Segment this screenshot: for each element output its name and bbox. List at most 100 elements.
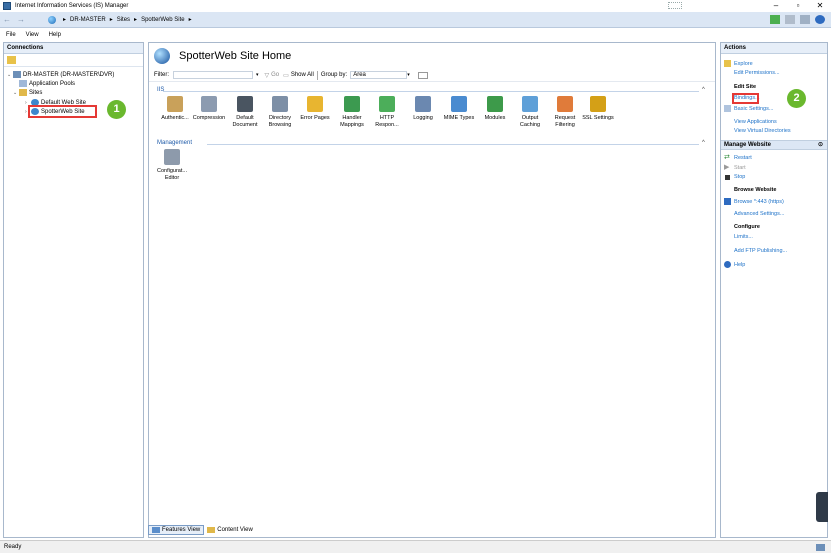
tab-content-view[interactable]: Content View [204,525,256,535]
group-by-select[interactable]: Area [350,71,408,79]
feature-configuration-editor[interactable]: Configurat... Editor [154,149,190,182]
feature-mime-types[interactable]: MIME Types [441,96,477,122]
breadcrumb-sites[interactable]: Sites [117,17,130,23]
connections-header: Connections [4,43,143,54]
snap-layout-icon[interactable] [668,2,682,9]
tree-sites-label: Sites [29,89,43,96]
filter-bar: Filter: ▾ ▽ Go ▭ Show All Group by: Area… [149,69,715,82]
feature-handler-mappings[interactable]: Handler Mappings [334,96,370,129]
show-all-button[interactable]: Show All [291,72,314,78]
breadcrumb-server[interactable]: DR-MASTER [70,17,106,23]
close-button[interactable]: ✕ [809,0,831,12]
stop-icon [725,174,730,180]
collapse-section-icon[interactable]: ⊙ [818,141,823,150]
action-view-applications[interactable]: View Applications [734,119,777,125]
home-icon[interactable] [800,15,810,24]
feature-logging[interactable]: Logging [405,96,441,122]
action-help-label: Help [734,261,746,268]
tab-features-view[interactable]: Features View [148,525,205,535]
feature-label: Logging [413,115,433,121]
action-restart[interactable]: ⇄ Restart [724,154,752,161]
forward-button[interactable]: → [14,15,28,24]
tree-app-pools[interactable]: Application Pools [19,79,75,88]
group-header-iis[interactable]: IIS [157,87,164,93]
feature-label: Directory [268,115,291,121]
start-icon: ▶ [724,164,730,171]
help-icon[interactable] [815,15,825,24]
action-restart-label: Restart [734,154,752,161]
feature-ssl-settings[interactable]: SSL Settings [580,96,616,122]
minimize-button[interactable]: – [765,0,787,12]
action-help[interactable]: Help [724,261,745,268]
view-mode-icon[interactable] [417,71,428,79]
feature-label: Request [554,115,576,121]
action-edit-permissions[interactable]: Edit Permissions... [734,70,780,76]
back-button[interactable]: ← [0,15,14,24]
logging-icon [415,96,431,112]
maximize-button[interactable]: ▫ [787,0,809,12]
folder-icon [724,60,731,67]
action-browse-443[interactable]: Browse *:443 (https) [724,198,784,205]
default-document-icon [237,96,253,112]
feature-directory-browsing[interactable]: Directory Browsing [262,96,298,129]
refresh-icon[interactable] [770,15,780,24]
action-view-virtual-dirs[interactable]: View Virtual Directories [734,128,791,134]
menu-bar: File View Help [0,29,831,41]
help-icon [724,261,731,268]
menu-view[interactable]: View [26,32,39,38]
feature-modules[interactable]: Modules [477,96,513,122]
chevron-right-icon: ▸ [188,17,192,23]
create-connection-icon[interactable] [7,56,16,64]
page-title: SpotterWeb Site Home [179,50,292,62]
mime-types-icon [451,96,467,112]
group-header-management[interactable]: Management [157,140,192,146]
feature-label: MIME Types [443,115,475,121]
manage-website-section[interactable]: Manage Website ⊙ [721,140,827,150]
action-start[interactable]: ▶ Start [724,164,746,171]
http-response-icon [379,96,395,112]
tab-content-label: Content View [217,527,253,533]
action-add-ftp[interactable]: Add FTP Publishing... [734,248,787,254]
group-by-label: Group by: [320,72,348,78]
breadcrumb-site[interactable]: SpotterWeb Site [141,17,185,23]
filter-label: Filter: [154,72,169,78]
feature-compression[interactable]: Compression [191,96,227,122]
connection-status-icon [816,543,825,551]
tree-server[interactable]: ⌄ DR-MASTER (DR-MASTER\DVR) [7,70,114,79]
menu-file[interactable]: File [6,32,16,38]
feature-request-filtering[interactable]: Request Filtering [547,96,583,129]
error-pages-icon [307,96,323,112]
action-advanced-settings[interactable]: Advanced Settings... [734,211,784,217]
authentication-icon [167,96,183,112]
stop-icon[interactable] [785,15,795,24]
address-bar: ← → ▸ DR-MASTER ▸ Sites ▸ SpotterWeb Sit… [0,12,831,28]
tree-sites[interactable]: ⌄ Sites [13,88,42,97]
feature-label-line2: Filtering [555,122,575,128]
highlight-box [732,93,759,104]
filter-input[interactable] [173,71,253,79]
menu-help[interactable]: Help [49,32,61,38]
side-widget-icon[interactable] [816,492,828,522]
feature-authentication[interactable]: Authentic... [157,96,193,122]
tree-server-label: DR-MASTER (DR-MASTER\DVR) [23,71,115,78]
features-pane: SpotterWeb Site Home Filter: ▾ ▽ Go ▭ Sh… [148,42,716,538]
action-stop[interactable]: Stop [724,174,745,180]
edit-site-heading: Edit Site [734,84,757,90]
go-button[interactable]: Go [271,72,279,78]
collapse-group-icon[interactable]: ^ [702,140,705,146]
chevron-down-icon[interactable]: ▾ [407,72,410,78]
feature-http-response[interactable]: HTTP Respon... [369,96,405,129]
feature-output-caching[interactable]: Output Caching [512,96,548,129]
collapse-group-icon[interactable]: ^ [702,87,705,93]
tree-app-pools-label: Application Pools [29,80,76,87]
sites-folder-icon [19,89,27,96]
app-pools-icon [19,80,27,87]
action-basic-settings[interactable]: Basic Settings... [724,105,773,112]
feature-label: Compression [192,115,226,121]
feature-label-line2: Respon... [375,122,399,128]
feature-error-pages[interactable]: Error Pages [297,96,333,122]
feature-default-document[interactable]: Default Document [227,96,263,129]
action-limits[interactable]: Limits... [734,234,753,240]
chevron-down-icon[interactable]: ▾ [256,72,259,78]
action-explore[interactable]: Explore [724,60,753,67]
